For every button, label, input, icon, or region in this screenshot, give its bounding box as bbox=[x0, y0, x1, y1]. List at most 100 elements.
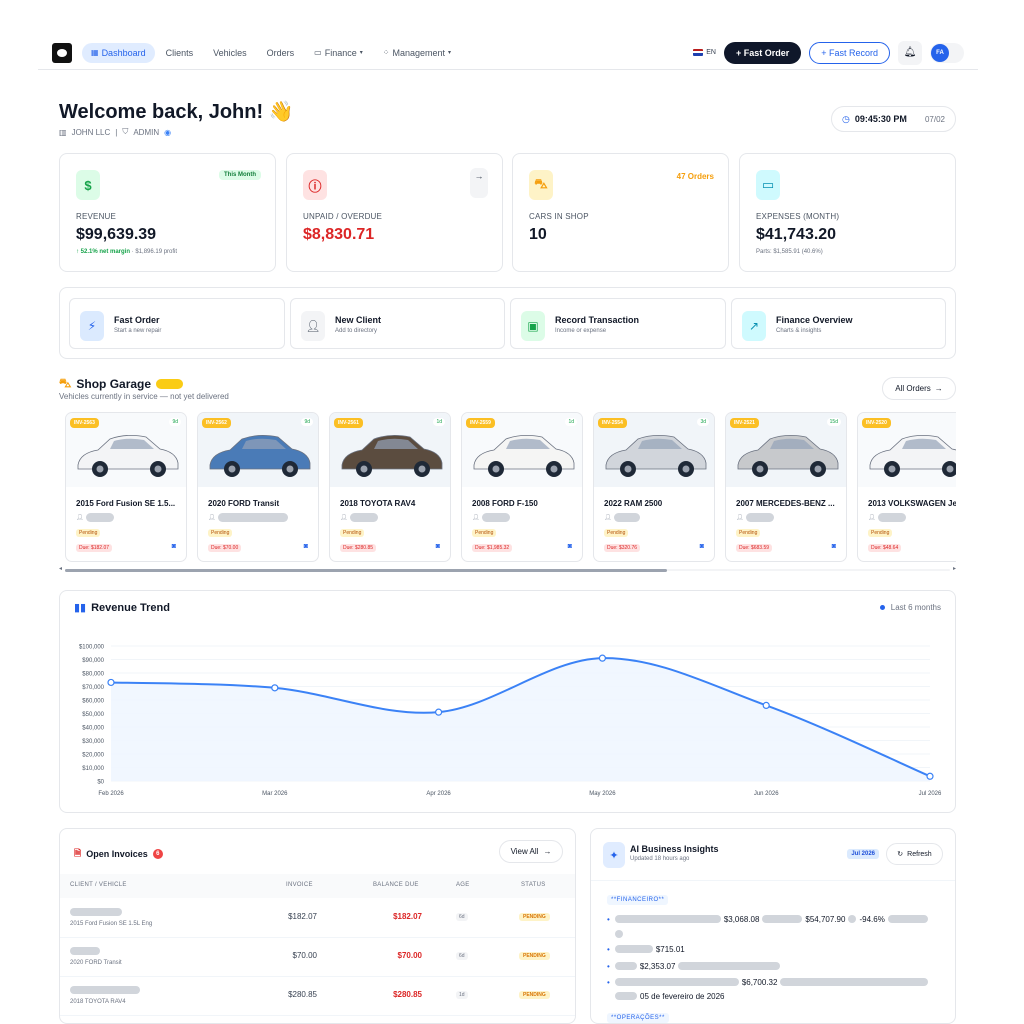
scroll-left-icon[interactable]: ◂ bbox=[59, 565, 62, 572]
all-orders-button[interactable]: All Orders → bbox=[882, 377, 956, 400]
quick-fast-order[interactable]: ⚡︎ Fast Order Start a new repair bbox=[69, 298, 285, 349]
camera-icon[interactable]: ◙ bbox=[436, 543, 440, 550]
insight-value: $6,700.32 bbox=[741, 977, 778, 987]
client-name-redacted bbox=[86, 513, 114, 522]
fast-record-button[interactable]: + Fast Record bbox=[809, 41, 890, 64]
client-name-redacted bbox=[482, 513, 510, 522]
quick-record-transaction[interactable]: ▣ Record Transaction Income or expense bbox=[510, 298, 726, 349]
fast-order-button[interactable]: + Fast Order bbox=[723, 41, 802, 64]
x-tick-label: Jun 2026 bbox=[754, 791, 779, 797]
arrow-right-icon: → bbox=[934, 384, 943, 393]
table-row[interactable]: 2018 TOYOTA RAV4 $280.85 $280.85 1d PEND… bbox=[60, 978, 575, 1016]
vehicle-card[interactable]: INV-2554 3d 2022 RAM 2500 👤︎ Pending Due: $32… bbox=[593, 412, 715, 562]
scroll-thumb[interactable] bbox=[65, 569, 667, 572]
app-logo[interactable] bbox=[52, 42, 72, 63]
vehicle-card[interactable]: INV-2561 1d 2018 TOYOTA RAV4 👤︎ Pending Due: … bbox=[329, 412, 451, 562]
camera-icon[interactable]: ◙ bbox=[568, 543, 572, 550]
nav-finance-label: Finance bbox=[324, 47, 357, 58]
notifications-button[interactable]: 🔔︎ bbox=[898, 40, 922, 65]
camera-icon[interactable]: ◙ bbox=[700, 543, 704, 550]
legend-dot bbox=[879, 605, 885, 610]
quick-new-client-title: New Client bbox=[335, 315, 382, 325]
row-vehicle: 2015 Ford Fusion SE 1.5L Eng bbox=[70, 921, 153, 927]
redacted-text bbox=[887, 915, 928, 923]
vehicle-card[interactable]: INV-2521 15d 2007 MERCEDES-BENZ ... 👤︎ Pendi… bbox=[725, 412, 847, 562]
cars-in-shop-card[interactable]: ⛍ 47 Orders CARS IN SHOP 10 bbox=[512, 153, 729, 272]
area-fill bbox=[111, 658, 930, 781]
camera-icon[interactable]: ◙ bbox=[832, 543, 836, 550]
vehicle-carousel[interactable]: INV-2563 9d 2015 Ford Fusion SE 1.5... 👤︎ Pe… bbox=[59, 412, 956, 564]
quick-new-client[interactable]: 👤︎ New Client Add to directory bbox=[290, 298, 505, 349]
user-icon: 👤︎ bbox=[736, 515, 744, 521]
refresh-button[interactable]: ↻ Refresh bbox=[886, 843, 943, 865]
x-tick-label: Jul 2026 bbox=[919, 791, 942, 797]
vehicle-card[interactable]: INV-2520 2013 VOLKSWAGEN Jett 👤︎ Pending Due… bbox=[857, 412, 956, 562]
nav-dashboard[interactable]: ▦ Dashboard bbox=[82, 42, 155, 63]
open-invoices-card: 🗎︎ Open Invoices 6 View All → CLIENT / V… bbox=[59, 828, 576, 1024]
vehicle-card[interactable]: INV-2563 9d 2015 Ford Fusion SE 1.5... 👤︎ Pe… bbox=[65, 412, 187, 562]
nav-finance[interactable]: ▭ Finance ▾ bbox=[305, 43, 372, 63]
top-navbar: ▦ Dashboard Clients Vehicles Orders ▭ Fi… bbox=[38, 36, 978, 70]
quick-finance-overview-title: Finance Overview bbox=[776, 315, 853, 325]
col-balance-due: BALANCE DUE bbox=[373, 882, 419, 888]
ai-insights-title: AI Business Insights bbox=[630, 844, 719, 854]
avatar: FA bbox=[931, 43, 949, 62]
view-all-label: View All bbox=[510, 847, 539, 856]
days-in-shop-badge: 3d bbox=[697, 418, 709, 426]
insight-value: $2,353.07 bbox=[639, 961, 676, 971]
vehicle-card[interactable]: INV-2559 1d 2008 FORD F-150 👤︎ Pending Due: $… bbox=[461, 412, 583, 562]
row-balance: $280.85 bbox=[393, 990, 422, 999]
chevron-down-icon: ▾ bbox=[448, 50, 452, 56]
unpaid-arrow-button[interactable]: → bbox=[470, 168, 488, 198]
car-icon: ⛍ bbox=[529, 170, 553, 200]
due-badge: Due: $1,985.32 bbox=[472, 544, 513, 552]
col-age: AGE bbox=[456, 882, 470, 888]
y-tick-label: $80,000 bbox=[82, 672, 104, 678]
user-menu[interactable]: FA bbox=[930, 42, 964, 63]
carousel-scrollbar[interactable]: ◂ ▸ bbox=[59, 565, 956, 572]
profit: · $1,896.19 profit bbox=[130, 249, 178, 255]
table-row[interactable]: 2020 FORD Transit $70.00 $70.00 6d PENDI… bbox=[60, 939, 575, 977]
arrow-right-icon: → bbox=[543, 847, 552, 856]
alert-icon: ⓘ bbox=[303, 170, 327, 200]
x-tick-label: Mar 2026 bbox=[262, 791, 288, 797]
nav-management[interactable]: ⁘ Management ▾ bbox=[374, 43, 460, 63]
y-tick-label: $30,000 bbox=[82, 739, 104, 745]
nav-vehicles[interactable]: Vehicles bbox=[204, 43, 256, 63]
camera-icon[interactable]: ◙ bbox=[304, 543, 308, 550]
open-invoices-heading: 🗎︎ Open Invoices 6 bbox=[74, 846, 163, 862]
user-icon: 👤︎ bbox=[340, 515, 348, 521]
user-icon: 👤︎ bbox=[868, 515, 876, 521]
redacted-text bbox=[614, 945, 653, 953]
redacted-text bbox=[615, 992, 637, 1000]
table-row[interactable]: 2015 Ford Fusion SE 1.5L Eng $182.07 $18… bbox=[60, 900, 575, 938]
language-selector[interactable]: EN bbox=[693, 49, 716, 56]
cars-value: 10 bbox=[529, 226, 547, 243]
insight-line: • $715.01 bbox=[607, 943, 685, 955]
nav-orders[interactable]: Orders bbox=[258, 43, 304, 63]
invoice-badge: INV-2561 bbox=[334, 418, 363, 428]
quick-finance-overview[interactable]: ↗ Finance Overview Charts & insights bbox=[731, 298, 946, 349]
data-point bbox=[271, 684, 279, 692]
user-icon: 👤︎ bbox=[76, 515, 84, 521]
x-tick-label: Feb 2026 bbox=[98, 791, 124, 797]
camera-icon[interactable]: ◙ bbox=[172, 543, 176, 550]
vehicle-card[interactable]: INV-2562 9d 2020 FORD Transit 👤︎ Pending Due:… bbox=[197, 412, 319, 562]
status-badge: Pending bbox=[604, 529, 629, 537]
client-name-redacted bbox=[350, 513, 378, 522]
row-age: 6d bbox=[456, 952, 468, 960]
client-name-redacted bbox=[614, 513, 640, 522]
view-all-button[interactable]: View All → bbox=[499, 840, 563, 863]
scroll-right-icon[interactable]: ▸ bbox=[953, 565, 956, 572]
unpaid-card[interactable]: ⓘ → UNPAID / OVERDUE $8,830.71 bbox=[286, 153, 503, 272]
col-status: STATUS bbox=[521, 882, 546, 888]
revenue-card[interactable]: $ This Month REVENUE $99,639.39 ↑ 52.1% … bbox=[59, 153, 276, 272]
data-point bbox=[435, 708, 443, 716]
expenses-card[interactable]: ▭ EXPENSES (MONTH) $41,743.20 Parts: $1,… bbox=[739, 153, 956, 272]
vehicle-name: 2008 FORD F-150 bbox=[472, 499, 538, 508]
insight-line: • $6,700.32 bbox=[607, 976, 929, 988]
invoice-badge: INV-2520 bbox=[862, 418, 891, 428]
eye-icon[interactable]: ◉ bbox=[164, 128, 171, 137]
nav-clients[interactable]: Clients bbox=[157, 43, 203, 63]
revenue-sub: ↑ 52.1% net margin · $1,896.19 profit bbox=[76, 249, 177, 255]
